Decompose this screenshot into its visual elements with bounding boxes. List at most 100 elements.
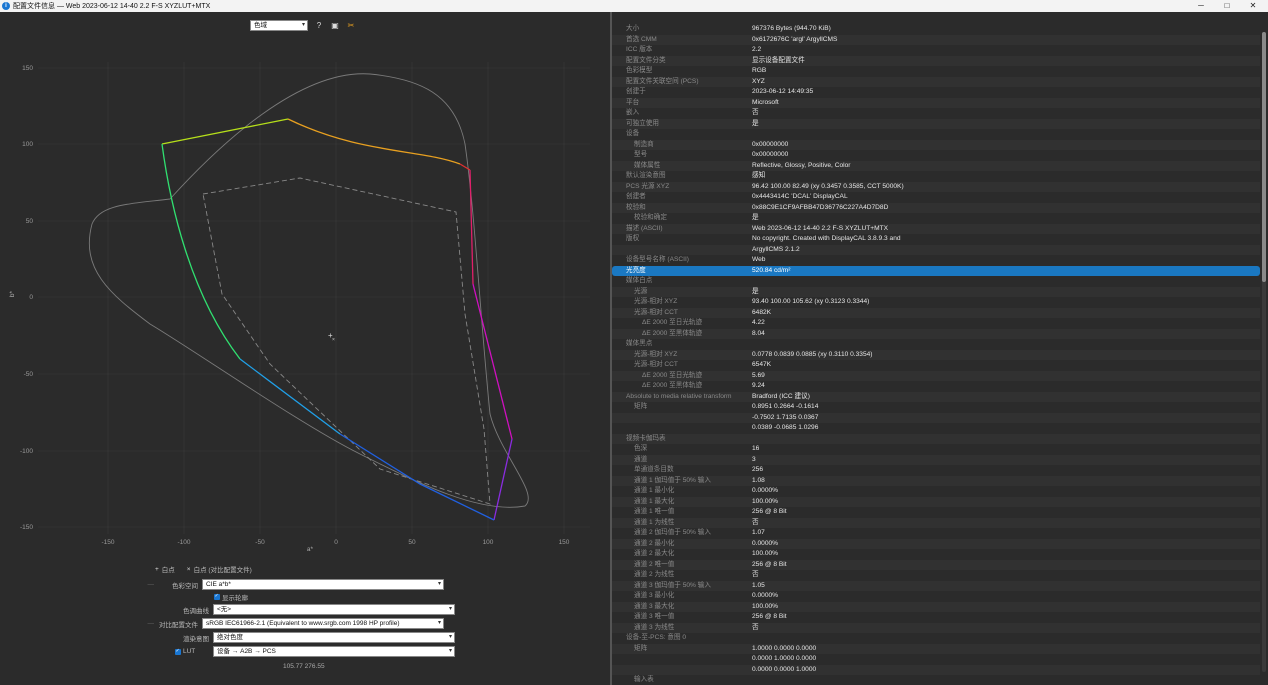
compare-profile-label: 对比配置文件 — [159, 621, 198, 629]
property-row[interactable]: ArgyllCMS 2.1.2 — [612, 244, 1260, 255]
property-row[interactable]: 通道 1 为线性 否 — [612, 517, 1260, 528]
gamut-edge-blue — [339, 433, 495, 521]
x-tick-label: 100 — [483, 539, 494, 546]
property-row[interactable]: 色彩模型 RGB — [612, 66, 1260, 77]
lut-select[interactable]: 设备 → A2B → PCS ▾ — [213, 646, 455, 657]
property-row[interactable]: 光亮度 520.84 cd/m² — [612, 265, 1260, 276]
property-row[interactable]: 光源-相对 CCT 6547K — [612, 360, 1260, 371]
minimize-button[interactable]: ─ — [1188, 0, 1214, 12]
property-row[interactable]: 制造商 0x00000000 — [612, 139, 1260, 150]
property-row[interactable]: ΔE 2000 至黑体轨迹 9.24 — [612, 381, 1260, 392]
property-row[interactable]: 媒体白点 — [612, 276, 1260, 287]
property-row[interactable]: 通道 2 最小化 0.0000% — [612, 538, 1260, 549]
property-row[interactable]: 配置文件分类 显示设备配置文件 — [612, 55, 1260, 66]
property-row[interactable]: 输入表 — [612, 675, 1260, 685]
tools-icon[interactable]: ✂ — [346, 21, 356, 31]
property-row[interactable]: 通道 2 最大化 100.00% — [612, 549, 1260, 560]
property-row[interactable]: 媒体黑点 — [612, 339, 1260, 350]
property-value: 否 — [752, 571, 759, 578]
property-row[interactable]: 可独立使用 是 — [612, 118, 1260, 129]
property-row[interactable]: 通道 3 最小化 0.0000% — [612, 591, 1260, 602]
property-row[interactable]: 通道 2 伽玛值于 50% 输入 1.07 — [612, 528, 1260, 539]
compare-profile-value: sRGB IEC61966-2.1 (Equivalent to www.srg… — [206, 620, 400, 627]
property-row[interactable]: 创建于 2023-06-12 14:49:35 — [612, 87, 1260, 98]
property-row[interactable]: Absolute to media relative transform Brad… — [612, 391, 1260, 402]
cursor-coords-row: 105.77 276.55 — [283, 663, 325, 670]
property-row[interactable]: 通道 3 — [612, 454, 1260, 465]
tone-curve-select[interactable]: <无> ▾ — [213, 604, 455, 615]
property-row[interactable]: 配置文件关联空间 (PCS) XYZ — [612, 76, 1260, 87]
scrollbar[interactable] — [1262, 32, 1266, 672]
property-row[interactable]: ΔE 2000 至黑体轨迹 8.04 — [612, 328, 1260, 339]
property-row[interactable]: 设备 — [612, 129, 1260, 140]
property-row[interactable]: 通道 3 唯一值 256 @ 8 Bit — [612, 612, 1260, 623]
property-row[interactable]: 光源-相对 XYZ 93.40 100.00 105.62 (xy 0.3123 … — [612, 297, 1260, 308]
view-mode-select[interactable]: 色域 ▾ — [250, 20, 308, 31]
property-key: 嵌入 — [626, 109, 640, 116]
property-row[interactable]: 矩阵 1.0000 0.0000 0.0000 — [612, 643, 1260, 654]
property-row[interactable]: 色深 16 — [612, 444, 1260, 455]
maximize-button[interactable]: □ — [1214, 0, 1240, 12]
property-row[interactable]: 版权 No copyright. Created with DisplayCAL … — [612, 234, 1260, 245]
property-row[interactable]: 嵌入 否 — [612, 108, 1260, 119]
property-row[interactable]: 设备型号名称 (ASCII) Web — [612, 255, 1260, 266]
help-icon[interactable]: ? — [314, 21, 324, 31]
colorspace-select[interactable]: CIE a*b* ▾ — [202, 579, 444, 590]
property-row[interactable]: 通道 1 最小化 0.0000% — [612, 486, 1260, 497]
property-key: 通道 — [634, 455, 648, 463]
property-row[interactable]: 0.0000 1.0000 0.0000 — [612, 654, 1260, 665]
property-row[interactable]: 视频卡伽玛表 — [612, 433, 1260, 444]
property-row[interactable]: 通道 3 最大化 100.00% — [612, 601, 1260, 612]
property-row[interactable]: ΔE 2000 至日光轨迹 4.22 — [612, 318, 1260, 329]
property-row[interactable]: 光源-相对 XYZ 0.0778 0.0839 0.0885 (xy 0.3110… — [612, 349, 1260, 360]
close-button[interactable]: ✕ — [1240, 0, 1266, 12]
property-row[interactable]: 单通道条目数 256 — [612, 465, 1260, 476]
property-row[interactable]: 通道 3 为线性 否 — [612, 622, 1260, 633]
property-key: 配置文件分类 — [626, 56, 666, 64]
tone-curve-label: 色调曲线 — [183, 607, 209, 615]
property-row[interactable]: 光源-相对 CCT 6482K — [612, 307, 1260, 318]
property-row[interactable]: 设备-至-PCS: 意图 0 — [612, 633, 1260, 644]
property-key: 版权 — [626, 235, 640, 242]
property-row[interactable]: 首选 CMM 0x6172676C 'argl' ArgyllCMS — [612, 34, 1260, 45]
property-row[interactable]: 型号 0x00000000 — [612, 150, 1260, 161]
lut-checkbox[interactable] — [175, 648, 181, 655]
property-row[interactable]: 光源 是 — [612, 286, 1260, 297]
gamut-edge-blue-cyan — [239, 358, 341, 435]
property-row[interactable]: 校验和 0x88C9E1CF9AFBB47D36776C227A4D7D8D — [612, 202, 1260, 213]
property-row[interactable]: 通道 1 唯一值 256 @ 8 Bit — [612, 507, 1260, 518]
view-mode-value: 色域 — [254, 22, 267, 29]
gamut-chart: -150 -100 -50 0 50 100 150 150 100 50 0 -50 -100 -150… — [9, 62, 590, 553]
property-row[interactable]: 通道 3 伽玛值于 50% 输入 1.05 — [612, 580, 1260, 591]
property-row[interactable]: PCS 光源 XYZ 96.42 100.00 82.49 (xy 0.3457 … — [612, 181, 1260, 192]
property-key: 校验和 — [626, 203, 646, 211]
whitepoint-compare-legend-icon: × — [186, 565, 191, 573]
property-row[interactable]: 校验和确定 是 — [612, 213, 1260, 224]
property-row[interactable]: ΔE 2000 至日光轨迹 5.69 — [612, 370, 1260, 381]
show-outline-checkbox[interactable] — [214, 593, 220, 600]
property-row[interactable]: 矩阵 0.8951 0.2664 -0.1614 — [612, 402, 1260, 413]
collapse-icon[interactable]: — — [140, 620, 155, 627]
property-row[interactable]: 通道 1 最大化 100.00% — [612, 496, 1260, 507]
property-row[interactable]: 默认渲染意图 感知 — [612, 171, 1260, 182]
property-row[interactable]: 通道 2 为线性 否 — [612, 570, 1260, 581]
image-icon[interactable]: ▣ — [330, 21, 340, 31]
compare-profile-select[interactable]: sRGB IEC61966-2.1 (Equivalent to www.srg… — [202, 618, 444, 629]
property-key: 光源-相对 CCT — [634, 361, 678, 368]
property-row[interactable]: 平台 Microsoft — [612, 97, 1260, 108]
property-row[interactable]: 0.0000 0.0000 1.0000 — [612, 664, 1260, 675]
property-row[interactable]: 创建者 0x4443414C 'DCAL' DisplayCAL — [612, 192, 1260, 203]
property-row[interactable]: 大小 967376 Bytes (944.70 KiB) — [612, 24, 1260, 35]
scrollbar-thumb[interactable] — [1262, 32, 1266, 282]
property-row[interactable]: 媒体属性 Reflective, Glossy, Positive, Color — [612, 160, 1260, 171]
property-row[interactable]: 0.0389 -0.0685 1.0296 — [612, 423, 1260, 434]
property-row[interactable]: 通道 1 伽玛值于 50% 输入 1.08 — [612, 475, 1260, 486]
show-outline-row: 显示轮廓 — [214, 592, 248, 602]
property-value: 是 — [752, 119, 759, 127]
property-row[interactable]: ICC 版本 2.2 — [612, 45, 1260, 56]
property-row[interactable]: 描述 (ASCII) Web 2023-06-12 14-40 2.2 F-S X… — [612, 223, 1260, 234]
intent-select[interactable]: 绝对色度 ▾ — [213, 632, 455, 643]
property-row[interactable]: -0.7502 1.7135 0.0367 — [612, 412, 1260, 423]
collapse-icon[interactable]: — — [140, 581, 155, 588]
property-row[interactable]: 通道 2 唯一值 256 @ 8 Bit — [612, 559, 1260, 570]
